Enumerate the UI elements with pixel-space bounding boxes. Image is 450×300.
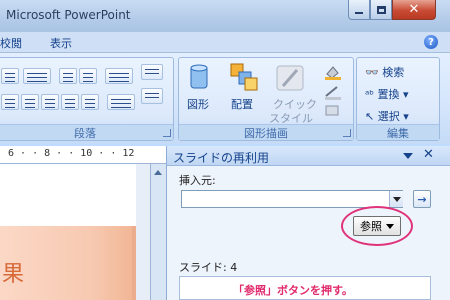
go-button[interactable]: → — [413, 190, 431, 208]
slide-count-label: スライド: 4 — [179, 261, 238, 274]
text-direction-button[interactable] — [141, 64, 163, 80]
slide-text: 果 — [2, 262, 25, 287]
pane-menu-icon[interactable] — [403, 153, 413, 159]
title-bar: Microsoft PowerPoint ✕ — [0, 0, 450, 32]
drawing-group: 図形 配置 クイック スタイル 図形描画 — [178, 57, 354, 141]
arrange-icon[interactable] — [229, 62, 259, 92]
line-color-icon[interactable] — [323, 84, 343, 100]
maximize-icon — [376, 5, 386, 14]
paragraph-launcher-icon[interactable] — [163, 129, 171, 137]
ruler-markings: 6 · · 8 · · 10 · · 12 — [8, 148, 135, 159]
app-title: Microsoft PowerPoint — [6, 8, 131, 22]
reuse-slides-pane: スライドの再利用 ✕ 挿入元: → 参照 スライド: 4 「参照」ボタンを押す。 — [166, 146, 450, 300]
source-dropdown-button[interactable] — [389, 191, 403, 207]
annotation-text: 「参照」ボタンを押す。 — [233, 284, 353, 297]
close-icon: ✕ — [408, 2, 420, 17]
align-text-button[interactable] — [141, 88, 163, 104]
paragraph-group: 段落 — [0, 57, 174, 141]
browse-button[interactable]: 参照 — [353, 216, 401, 236]
pane-body: 挿入元: → 参照 スライド: 4 「参照」ボタンを押す。 — [167, 166, 450, 300]
tab-view[interactable]: 表示 — [50, 35, 72, 51]
select-label: 選択 — [377, 110, 400, 123]
ribbon-tabs: 校閲 表示 ? — [0, 32, 450, 52]
find-label: 検索 — [382, 66, 405, 79]
cursor-icon: ↖ — [365, 110, 375, 123]
horizontal-ruler: 6 · · 8 · · 10 · · 12 — [0, 146, 166, 164]
align-center-button[interactable] — [21, 94, 39, 110]
line-spacing-button[interactable] — [105, 68, 133, 84]
drawing-group-label: 図形描画 — [179, 124, 353, 140]
align-right-button[interactable] — [41, 94, 59, 110]
arrow-right-icon: → — [417, 192, 427, 206]
help-icon[interactable]: ? — [424, 35, 438, 49]
slide-editor: 果 — [0, 164, 150, 300]
shapes-label[interactable]: 図形 — [187, 96, 209, 112]
chevron-down-icon — [386, 223, 394, 229]
columns-button[interactable] — [107, 94, 135, 110]
justify-button[interactable] — [61, 94, 79, 110]
shapes-icon[interactable] — [187, 64, 217, 92]
maximize-button[interactable] — [370, 0, 392, 20]
binoculars-icon: 👓 — [365, 66, 379, 79]
numbering-button[interactable] — [23, 68, 51, 84]
align-left-button[interactable] — [1, 94, 19, 110]
slide-canvas[interactable]: 果 — [0, 164, 136, 300]
editing-group-label: 編集 — [357, 124, 439, 140]
tab-review[interactable]: 校閲 — [0, 35, 22, 51]
increase-indent-button[interactable] — [79, 68, 97, 84]
shape-effects-icon[interactable] — [323, 104, 343, 118]
arrange-label[interactable]: 配置 — [231, 96, 253, 112]
quick-style-icon[interactable] — [275, 64, 305, 92]
scroll-up-icon[interactable] — [154, 170, 162, 175]
decrease-indent-button[interactable] — [59, 68, 77, 84]
source-input[interactable] — [181, 190, 403, 208]
pane-title: スライドの再利用 — [173, 151, 270, 165]
distributed-button[interactable] — [81, 94, 99, 110]
close-button[interactable]: ✕ — [392, 0, 436, 20]
editing-group: 👓 検索 ᵃᵇ 置換 ▾ ↖ 選択 ▾ 編集 — [356, 57, 440, 141]
find-button[interactable]: 👓 検索 — [365, 64, 404, 80]
paragraph-group-label: 段落 — [0, 124, 173, 140]
replace-label: 置換 — [377, 88, 400, 101]
select-button[interactable]: ↖ 選択 ▾ — [365, 108, 409, 124]
bullets-button[interactable] — [1, 68, 19, 84]
insert-from-label: 挿入元: — [179, 174, 216, 187]
minimize-button[interactable] — [348, 0, 370, 20]
ribbon: 段落 図形 配置 クイック スタイル 図形描画 👓 検索 ᵃᵇ 置換 ▾ ↖ 選… — [0, 52, 450, 144]
vertical-scrollbar[interactable] — [150, 164, 166, 300]
replace-button[interactable]: ᵃᵇ 置換 ▾ — [365, 86, 409, 102]
replace-icon: ᵃᵇ — [365, 88, 375, 101]
fill-color-icon[interactable] — [323, 64, 343, 80]
pane-close-icon[interactable]: ✕ — [423, 147, 434, 162]
pane-header: スライドの再利用 ✕ — [167, 146, 450, 166]
minimize-icon — [355, 11, 363, 14]
browse-label: 参照 — [360, 220, 382, 233]
drawing-launcher-icon[interactable] — [343, 129, 351, 137]
